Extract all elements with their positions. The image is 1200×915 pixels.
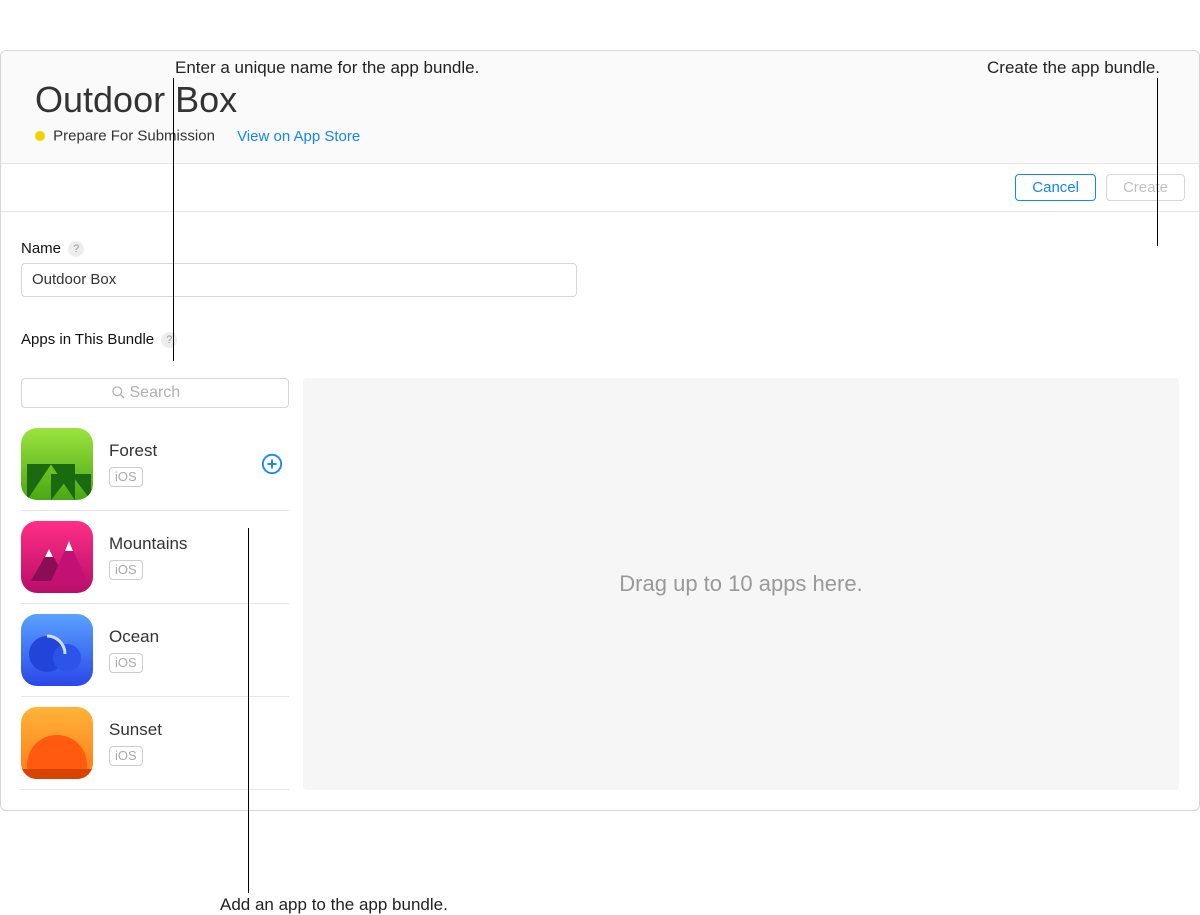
plus-circle-icon [261, 453, 283, 475]
leader-line [248, 528, 249, 893]
bundle-dropzone[interactable]: Drag up to 10 apps here. [303, 378, 1179, 790]
form-area: Name ? Apps in This Bundle ? ForestiOS Mo… [1, 212, 1199, 810]
help-icon[interactable]: ? [161, 332, 177, 348]
bundle-name-input[interactable] [21, 263, 577, 297]
status-text: Prepare For Submission [53, 128, 215, 145]
app-name: Sunset [109, 720, 289, 740]
status-row: Prepare For Submission View on App Store [35, 127, 1165, 145]
help-icon[interactable]: ? [68, 241, 84, 257]
annotation-add: Add an app to the app bundle. [220, 895, 448, 915]
apps-section-label: Apps in This Bundle ? [21, 331, 1179, 348]
name-label-text: Name [21, 240, 61, 257]
status-dot-icon [35, 131, 45, 141]
platform-badge: iOS [109, 560, 143, 580]
search-input[interactable] [130, 384, 200, 402]
ocean-app-icon [21, 614, 93, 686]
apps-label-text: Apps in This Bundle [21, 331, 154, 348]
app-row[interactable]: ForestiOS [21, 418, 289, 511]
app-bundle-panel: Outdoor Box Prepare For Submission View … [0, 50, 1200, 811]
app-meta: Sunset iOS [109, 720, 289, 766]
dropzone-hint: Drag up to 10 apps here. [619, 571, 862, 597]
annotation-create: Create the app bundle. [987, 58, 1160, 78]
leader-line [1157, 78, 1158, 246]
action-bar: Cancel Create [1, 164, 1199, 212]
app-name: Ocean [109, 627, 289, 647]
mountains-app-icon [21, 521, 93, 593]
annotation-name: Enter a unique name for the app bundle. [175, 58, 479, 78]
name-field-label: Name ? [21, 240, 1179, 257]
app-meta: Mountains iOS [109, 534, 289, 580]
leader-line [173, 78, 174, 361]
create-button[interactable]: Create [1106, 174, 1185, 201]
view-on-app-store-link[interactable]: View on App Store [237, 128, 360, 145]
forest-app-icon [21, 428, 93, 500]
platform-badge: iOS [109, 653, 143, 673]
app-meta: Ocean iOS [109, 627, 289, 673]
search-wrap[interactable] [21, 378, 289, 408]
search-icon [111, 385, 126, 400]
sunset-app-icon [21, 707, 93, 779]
apps-section: ForestiOS Mountains iOS Ocean iOS Sunset iOS D… [21, 378, 1179, 790]
platform-badge: iOS [109, 467, 143, 487]
app-name: Mountains [109, 534, 289, 554]
add-app-button[interactable] [261, 453, 283, 475]
cancel-button[interactable]: Cancel [1015, 174, 1096, 201]
page-title: Outdoor Box [35, 79, 1165, 121]
platform-badge: iOS [109, 746, 143, 766]
